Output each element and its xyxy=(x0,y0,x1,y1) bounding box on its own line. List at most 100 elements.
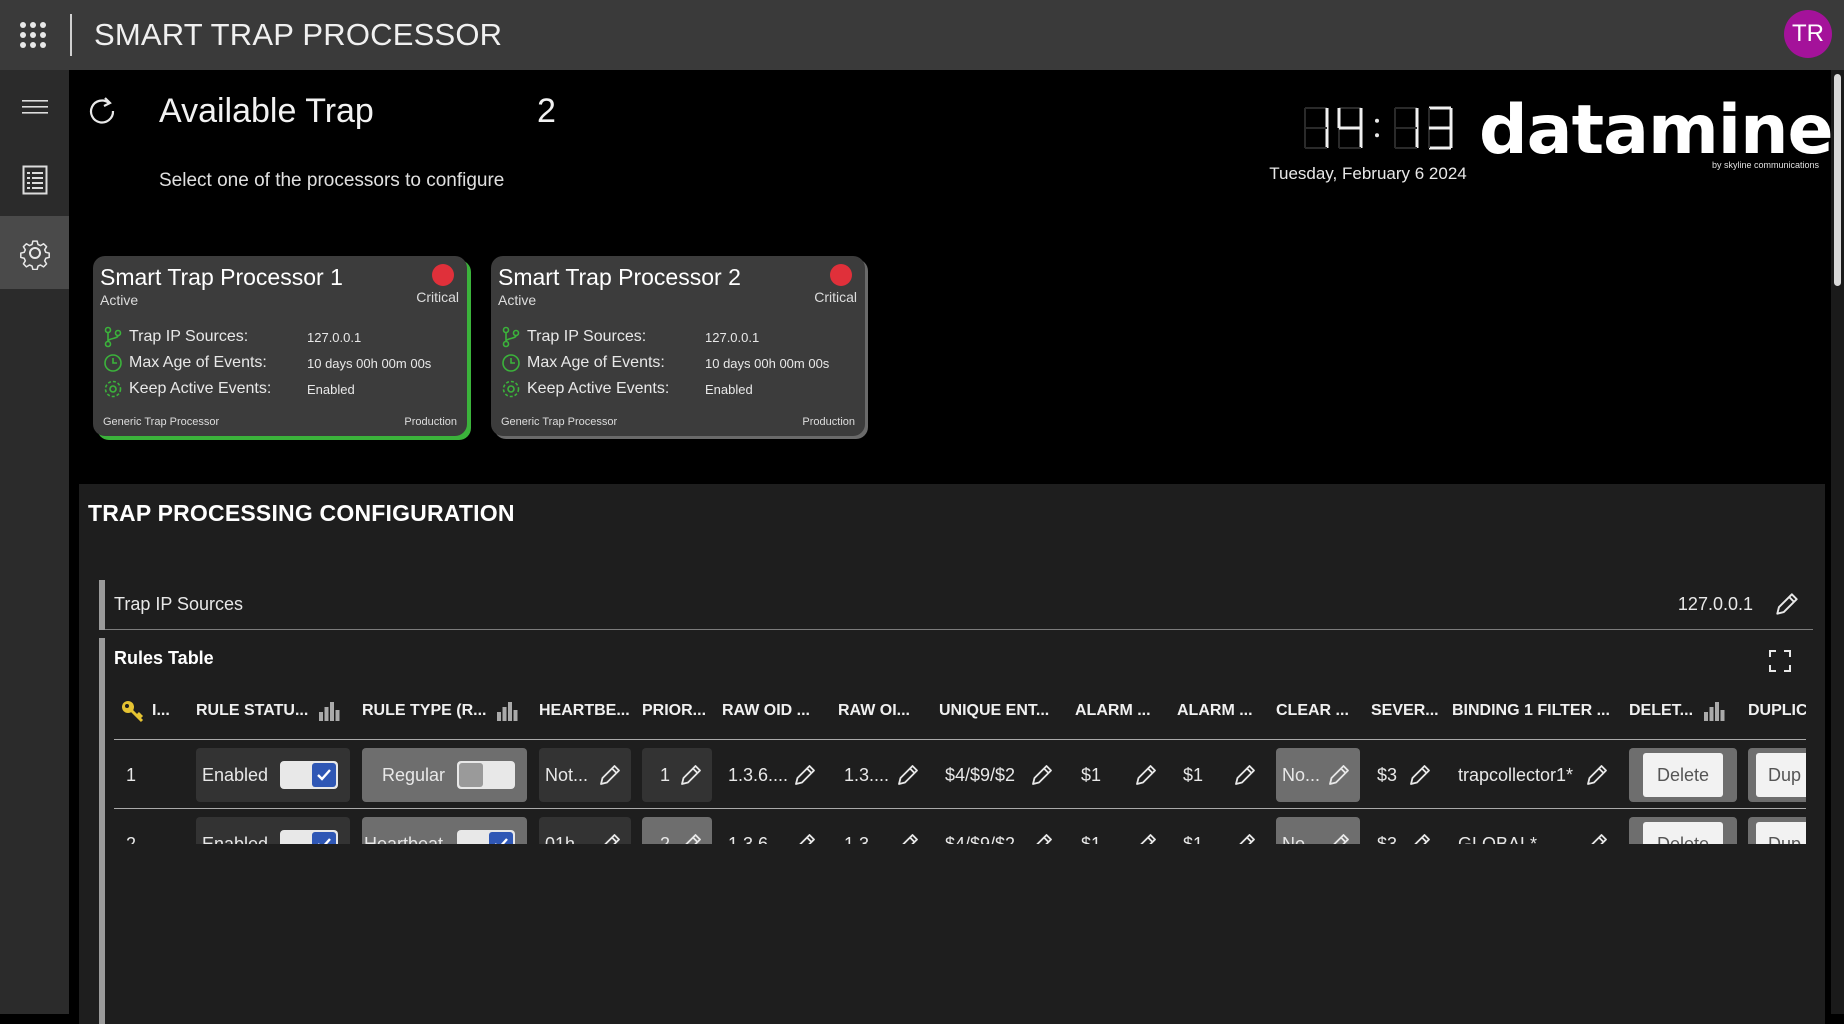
card-row-label: Max Age of Events: xyxy=(129,354,267,371)
cell-duplicate: Dup xyxy=(1748,817,1806,844)
cell-raw-oid-2: 1.3.... xyxy=(838,817,929,844)
column-header-binding-filter[interactable]: BINDING 1 FILTER ... xyxy=(1452,698,1610,724)
pencil-icon[interactable] xyxy=(678,831,704,844)
pencil-icon[interactable] xyxy=(1407,831,1433,844)
clock-digit xyxy=(1304,107,1329,149)
processor-title: Smart Trap Processor 2 xyxy=(498,264,741,290)
column-header-severity[interactable]: SEVER... xyxy=(1371,698,1439,724)
cell-alarm-2: $1 xyxy=(1177,748,1266,802)
pencil-icon[interactable] xyxy=(1326,762,1352,788)
sidebar-item-menu[interactable] xyxy=(0,70,69,143)
column-header-duplicate[interactable]: DUPLIC xyxy=(1748,698,1806,724)
cell-rule-status: Enabled xyxy=(196,817,350,844)
pencil-icon[interactable] xyxy=(597,762,623,788)
duplicate-button[interactable]: Dup xyxy=(1756,753,1806,797)
pencil-icon[interactable] xyxy=(1232,831,1258,844)
cell-binding-filter: GLOBAL* xyxy=(1452,817,1618,844)
pencil-icon[interactable] xyxy=(1029,762,1055,788)
card-row-max-age: Max Age of Events: 10 days 00h 00m 00s xyxy=(501,352,829,374)
delete-button[interactable]: Delete xyxy=(1643,753,1723,797)
pencil-icon[interactable] xyxy=(1029,831,1055,844)
delete-button[interactable]: Delete xyxy=(1643,822,1723,844)
column-header-heartbeat[interactable]: HEARTBE... xyxy=(539,698,630,724)
cell-severity: $3 xyxy=(1371,817,1441,844)
refresh-icon[interactable] xyxy=(85,94,119,128)
pencil-icon[interactable] xyxy=(895,831,921,844)
processor-environment: Production xyxy=(404,416,457,428)
apps-grid-icon xyxy=(20,22,46,48)
cell-rule-type: Regular xyxy=(362,748,527,802)
sidebar-item-list[interactable] xyxy=(0,143,69,216)
pencil-icon[interactable] xyxy=(1133,762,1159,788)
card-row-label: Trap IP Sources: xyxy=(527,328,647,345)
logo-text: dataminer xyxy=(1479,91,1844,170)
column-header-priority[interactable]: PRIOR... xyxy=(642,698,706,724)
processor-card-1[interactable]: Smart Trap Processor 1 Active Critical T… xyxy=(93,256,467,436)
card-row-ip-sources: Trap IP Sources: 127.0.0.1 xyxy=(501,326,759,348)
column-header-raw-oid[interactable]: RAW OID ... xyxy=(722,698,810,724)
pencil-icon[interactable] xyxy=(1326,831,1352,844)
check-icon xyxy=(317,769,331,781)
page-scrollbar[interactable] xyxy=(1831,70,1844,1014)
fullscreen-icon[interactable] xyxy=(1767,648,1793,674)
cell-duplicate: Dup xyxy=(1748,748,1806,802)
sidebar xyxy=(0,70,69,1014)
cell-heartbeat: Not... xyxy=(539,748,631,802)
ip-sources-value: 127.0.0.1 xyxy=(1677,594,1753,614)
column-header-rule-status[interactable]: RULE STATU... xyxy=(196,698,340,724)
column-header-delete[interactable]: DELET... xyxy=(1629,698,1725,724)
processor-card-2[interactable]: Smart Trap Processor 2 Active Critical T… xyxy=(491,256,865,436)
user-avatar[interactable]: TR xyxy=(1784,10,1832,58)
type-toggle[interactable] xyxy=(457,761,515,789)
card-row-label: Trap IP Sources: xyxy=(129,328,249,345)
pencil-icon[interactable] xyxy=(597,831,623,844)
processor-severity: Critical xyxy=(416,289,459,305)
column-header-alarm-1[interactable]: ALARM ... xyxy=(1075,698,1151,724)
cell-raw-oid-2: 1.3.... xyxy=(838,748,929,802)
column-header-rule-type[interactable]: RULE TYPE (R... xyxy=(362,698,518,724)
duplicate-button[interactable]: Dup xyxy=(1756,822,1806,844)
main-content: Available Trap 2 Select one of the proce… xyxy=(69,70,1844,1024)
table-header: I... RULE STATU... RULE TYPE (R... HEART… xyxy=(114,684,1806,740)
cell-unique-entity: $4/$9/$2 xyxy=(939,817,1063,844)
table-row: 2 Enabled Heartbeat 01h... 2 1.3.6.... 1… xyxy=(114,810,1806,844)
column-header-unique-entity[interactable]: UNIQUE ENT... xyxy=(939,698,1049,724)
bar-chart-icon[interactable] xyxy=(496,701,518,721)
card-row-value: Enabled xyxy=(307,381,355,397)
pencil-icon[interactable] xyxy=(1232,762,1258,788)
key-icon xyxy=(122,701,144,723)
bar-chart-icon[interactable] xyxy=(1703,701,1725,721)
ip-sources-row: Trap IP Sources 127.0.0.1 xyxy=(99,580,1813,630)
pencil-icon[interactable] xyxy=(792,831,818,844)
sidebar-item-settings[interactable] xyxy=(0,216,69,289)
pencil-icon[interactable] xyxy=(792,762,818,788)
status-toggle[interactable] xyxy=(280,830,338,844)
pencil-icon[interactable] xyxy=(1407,762,1433,788)
pencil-icon[interactable] xyxy=(678,762,704,788)
branch-icon xyxy=(104,326,122,348)
hamburger-icon xyxy=(21,99,48,114)
column-header-clear[interactable]: CLEAR ... xyxy=(1276,698,1349,724)
gear-icon xyxy=(19,239,50,270)
pencil-icon[interactable] xyxy=(1133,831,1159,844)
column-header-alarm-2[interactable]: ALARM ... xyxy=(1177,698,1253,724)
pencil-icon[interactable] xyxy=(1773,590,1801,618)
clock-digit xyxy=(1337,107,1363,149)
column-header-id[interactable]: I... xyxy=(120,698,170,724)
cell-raw-oid: 1.3.6.... xyxy=(722,817,826,844)
section-bar xyxy=(99,638,105,1024)
pencil-icon[interactable] xyxy=(895,762,921,788)
type-toggle[interactable] xyxy=(457,830,515,844)
apps-grid-button[interactable] xyxy=(0,0,66,70)
cell-binding-filter: trapcollector1* xyxy=(1452,748,1618,802)
pencil-icon[interactable] xyxy=(1584,762,1610,788)
severity-dot xyxy=(432,264,454,286)
column-header-raw-oid-2[interactable]: RAW OI... xyxy=(838,698,910,724)
digital-clock xyxy=(1304,106,1453,150)
config-title: TRAP PROCESSING CONFIGURATION xyxy=(88,500,515,526)
top-bar: SMART TRAP PROCESSOR TR xyxy=(0,0,1844,70)
scrollbar-thumb[interactable] xyxy=(1834,74,1841,286)
bar-chart-icon[interactable] xyxy=(318,701,340,721)
status-toggle[interactable] xyxy=(280,761,338,789)
pencil-icon[interactable] xyxy=(1584,831,1610,844)
